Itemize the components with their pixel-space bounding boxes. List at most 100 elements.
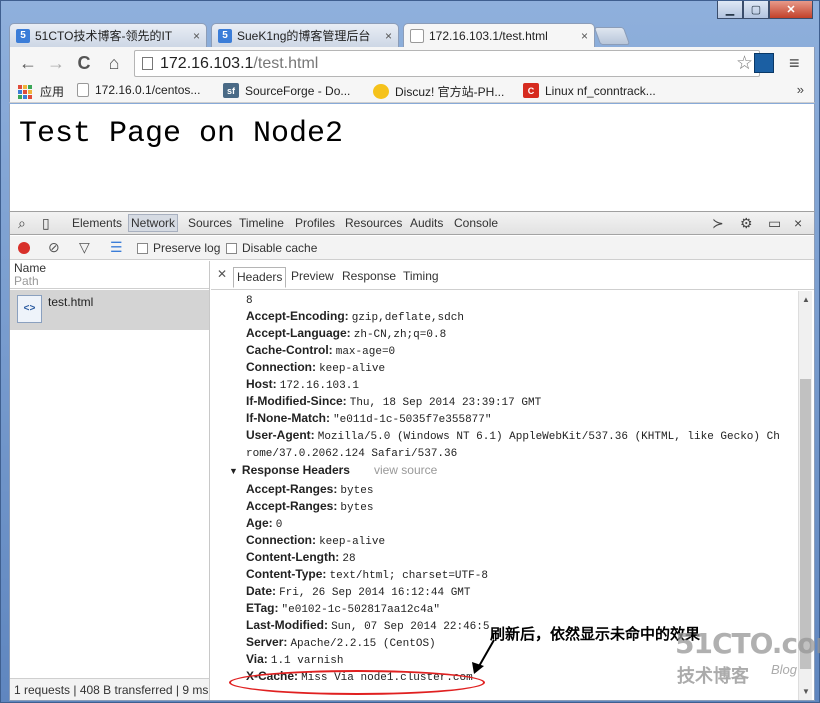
header-line: Accept-Ranges: bytes [246,482,374,497]
tab-timeline[interactable]: Timeline [239,216,284,230]
network-toolbar: ⊘ ▽ ☰ Preserve log Disable cache [10,236,814,260]
page-icon [77,83,89,97]
header-line: 8 [246,295,253,307]
header-line: User-Agent: Mozilla/5.0 (Windows NT 6.1)… [246,428,780,443]
reload-button[interactable]: C [74,53,94,73]
tab-title: 51CTO技术博客-领先的IT [35,29,173,43]
address-bar[interactable]: 172.16.103.1/test.html ☆ [134,50,760,77]
forward-button[interactable]: → [46,53,66,73]
devtools-tab-bar: ⌕ ▯ Elements Network Sources Timeline Pr… [10,212,814,235]
51cto-favicon-icon: 5 [218,28,232,43]
network-summary: 1 requests | 408 B transferred | 9 ms... [10,678,210,700]
bookmark-discuz[interactable]: Discuz! 官方站-PH... [373,83,504,100]
window-controls: ▁ ▢ ✕ [717,1,813,19]
apps-grid-icon [18,84,32,99]
header-line: Content-Length: 28 [246,550,356,565]
sourceforge-icon: sf [223,83,239,98]
header-line: If-Modified-Since: Thu, 18 Sep 2014 23:3… [246,394,542,409]
device-mode-icon[interactable]: ▯ [42,215,50,232]
tab-console[interactable]: Console [454,216,498,230]
tab-headers[interactable]: Headers [233,267,287,288]
x-cache-highlight-ellipse [229,670,485,695]
tab-profiles[interactable]: Profiles [295,216,335,230]
page-content: Test Page on Node2 [9,104,815,211]
checkbox-icon [226,242,237,254]
filter-icon[interactable]: ▽ [79,239,90,256]
51cto-favicon-icon: 5 [16,28,30,43]
new-tab-button[interactable] [593,27,631,45]
tab-elements[interactable]: Elements [72,216,122,230]
request-name: test.html [48,295,94,309]
annotation-note: 刷新后，依然显示未命中的效果 [490,625,701,643]
clear-icon[interactable]: ⊘ [48,239,60,256]
tab-test-page[interactable]: 172.16.103.1/test.html × [403,23,595,47]
tab-resources[interactable]: Resources [345,216,402,230]
header-line: Content-Type: text/html; charset=UTF-8 [246,567,488,582]
scrollbar-thumb[interactable] [800,379,811,669]
large-rows-icon[interactable]: ☰ [110,239,123,256]
header-line: If-None-Match: "e011d-1c-5035f7e355877" [246,411,492,426]
tab-blog-admin[interactable]: 5 SueK1ng的博客管理后台 × [211,23,399,47]
dock-icon[interactable]: ▭ [768,215,781,232]
response-headers-toggle[interactable]: ▼ Response Headers view source [229,462,437,479]
c-icon: C [523,83,539,98]
tab-timing[interactable]: Timing [403,269,439,283]
header-line: Connection: keep-alive [246,360,386,375]
minimize-button[interactable]: ▁ [717,1,743,19]
header-line: rome/37.0.2062.124 Safari/537.36 [246,448,458,460]
maximize-button[interactable]: ▢ [743,1,769,19]
back-button[interactable]: ← [18,53,38,73]
request-list: Name Path <> test.html [10,261,210,678]
tab-close-icon[interactable]: × [193,29,200,43]
tab-close-icon[interactable]: × [385,29,392,43]
header-line: Accept-Ranges: bytes [246,499,374,514]
scroll-up-icon[interactable]: ▲ [802,295,810,304]
header-line: Server: Apache/2.2.15 (CentOS) [246,635,436,650]
header-line: Cache-Control: max-age=0 [246,343,396,358]
close-details-icon[interactable]: ✕ [217,267,227,281]
header-line: Accept-Encoding: gzip,deflate,sdch [246,309,464,324]
tab-title: 172.16.103.1/test.html [429,28,548,43]
browser-window: ▁ ▢ ✕ 5 51CTO技术博客-领先的IT × 5 SueK1ng的博客管理… [0,0,820,703]
url-text: 172.16.103.1/test.html [160,55,319,72]
html-file-icon: <> [17,295,42,323]
disable-cache-checkbox[interactable]: Disable cache [226,241,317,255]
devtools-close-icon[interactable]: × [794,215,802,231]
tab-sources[interactable]: Sources [188,216,232,230]
inspect-icon[interactable]: ⌕ [18,215,26,232]
request-row[interactable]: <> test.html [10,290,209,330]
page-favicon-icon [410,28,424,43]
bookmarks-bar: 应用 172.16.0.1/centos... sf SourceForge -… [9,79,815,103]
bookmark-sourceforge[interactable]: sf SourceForge - Do... [223,83,350,98]
tab-audits[interactable]: Audits [410,216,443,230]
bookmark-linux-nf-conntrack[interactable]: C Linux nf_conntrack... [523,83,656,98]
home-button[interactable]: ⌂ [104,53,124,73]
chrome-menu-icon[interactable]: ≡ [789,53,800,74]
tab-network[interactable]: Network [128,214,179,232]
window-close-button[interactable]: ✕ [769,1,813,19]
header-line: Host: 172.16.103.1 [246,377,359,392]
name-column-header[interactable]: Name Path [10,261,209,289]
tab-close-icon[interactable]: × [581,29,588,43]
preserve-log-checkbox[interactable]: Preserve log [137,241,220,255]
show-drawer-icon[interactable]: ≻ [712,215,724,232]
page-heading: Test Page on Node2 [19,117,344,151]
discuz-icon [373,84,389,99]
checkbox-icon [137,242,148,254]
expand-triangle-icon: ▼ [229,466,238,476]
settings-gear-icon[interactable]: ⚙ [740,215,753,232]
header-line: Date: Fri, 26 Sep 2014 16:12:44 GMT [246,584,471,599]
bookmark-apps[interactable]: 应用 [18,83,64,100]
extension-icon[interactable] [754,53,774,73]
details-tab-bar: ✕ Headers Preview Response Timing [211,261,814,290]
page-icon [142,57,153,70]
more-bookmarks-icon[interactable]: » [797,82,804,97]
bookmark-star-icon[interactable]: ☆ [736,52,753,75]
record-icon[interactable] [18,242,30,254]
view-source-link[interactable]: view source [374,463,437,477]
header-line: ETag: "e0102-1c-502817aa12c4a" [246,601,440,616]
tab-response[interactable]: Response [342,269,396,283]
bookmark-centos[interactable]: 172.16.0.1/centos... [77,83,200,97]
tab-preview[interactable]: Preview [291,269,334,283]
tab-51cto[interactable]: 5 51CTO技术博客-领先的IT × [9,23,207,47]
